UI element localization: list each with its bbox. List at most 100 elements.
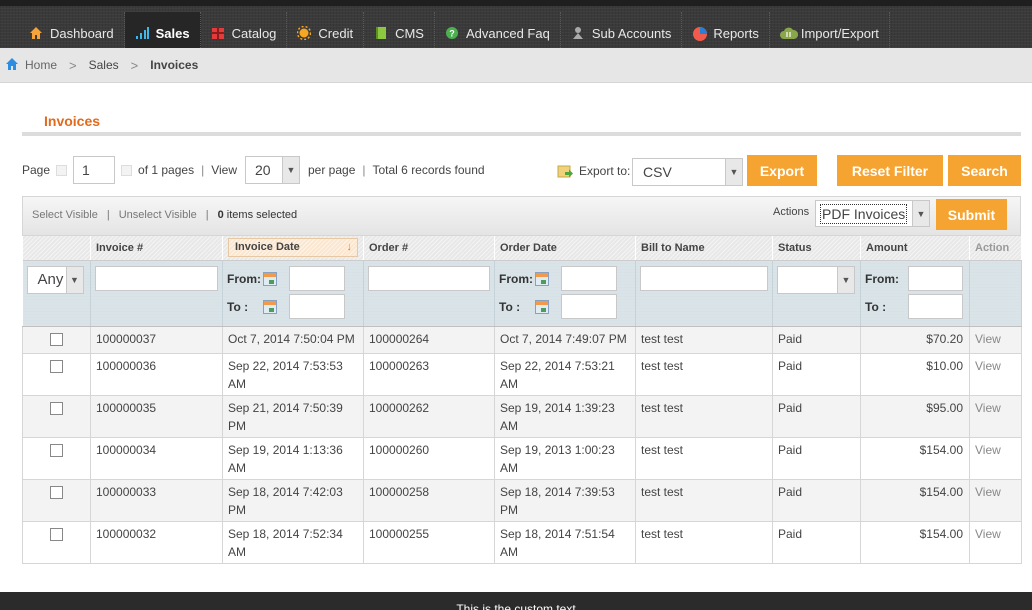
view-link[interactable]: View [969,479,1022,522]
submit-button[interactable]: Submit [936,199,1007,230]
filter-row: Any ▼ From: To : From: To : ▼ From: To: [22,260,1022,327]
order-number: 100000264 [363,326,495,354]
chevron-down-icon: ▼ [65,266,83,293]
reset-filter-button[interactable]: Reset Filter [837,155,943,186]
order-date-to-input[interactable] [561,294,617,319]
order-filter-input[interactable] [368,265,490,291]
actions-select[interactable]: PDF Invoices ▼ [815,200,930,227]
nav-item-label: Sub Accounts [591,25,672,41]
unselect-visible-link[interactable]: Unselect Visible [119,209,197,221]
table-row[interactable]: 100000036 Sep 22, 2014 7:53:53 AM 100000… [22,353,1022,396]
select-filter-value: Any [37,271,64,288]
nav-item-label: Advanced Faq [465,25,550,41]
cloud-transfer-icon [779,26,798,40]
page-number-input[interactable]: 1 [73,156,116,184]
chevron-down-icon: ▼ [725,159,742,185]
breadcrumb-separator: > [130,57,139,73]
view-link[interactable]: View [969,353,1022,396]
view-link[interactable]: View [969,437,1022,480]
calendar-icon[interactable] [263,299,277,314]
nav-item-label: Credit [318,25,354,41]
select-filter[interactable]: Any ▼ [26,265,84,294]
column-header-invoice[interactable]: Invoice # [90,236,223,261]
status-filter-select[interactable]: ▼ [777,265,855,294]
row-checkbox[interactable] [50,332,63,346]
bill-to-name-filter-input[interactable] [640,265,768,291]
order-number: 100000263 [363,353,495,396]
row-checkbox[interactable] [50,359,63,373]
invoice-number: 100000035 [90,395,223,438]
view-link[interactable]: View [969,521,1022,564]
next-page-button[interactable] [121,164,133,176]
separator: | [205,209,209,221]
amount: $70.20 [860,326,970,354]
table-row[interactable]: 100000037 Oct 7, 2014 7:50:04 PM 1000002… [22,326,1022,354]
table-row[interactable]: 100000033 Sep 18, 2014 7:42:03 PM 100000… [22,479,1022,522]
column-header-invoice-date[interactable]: Invoice Date ↓ [222,236,364,261]
calendar-icon[interactable] [535,299,549,314]
breadcrumb-current: Invoices [150,58,199,72]
bill-to-name: test test [635,326,773,354]
chevron-down-icon: ▼ [837,266,854,293]
question-icon: ? [445,26,459,40]
separator: | [106,209,110,221]
chevron-down-icon: ▼ [912,201,929,226]
invoice-date-to-input[interactable] [289,294,345,319]
table-row[interactable]: 100000035 Sep 21, 2014 7:50:39 PM 100000… [22,395,1022,438]
page-label: Page [22,163,51,177]
column-header-status[interactable]: Status [772,236,861,261]
per-page-label: per page [308,163,356,177]
bill-to-name: test test [635,437,773,480]
export-button[interactable]: Export [747,155,817,186]
separator: | [201,163,205,177]
breadcrumb-home[interactable]: Home [25,58,57,72]
column-header-amount[interactable]: Amount [860,236,970,261]
column-header-bill-to-name[interactable]: Bill to Name [635,236,773,261]
footer: This is the custom text [0,592,1032,610]
view-link[interactable]: View [969,395,1022,438]
prev-page-button[interactable] [56,164,68,176]
export-format-select[interactable]: CSV ▼ [632,158,743,186]
calendar-icon[interactable] [535,271,549,286]
nav-item-label: CMS [395,25,424,41]
invoice-date: Sep 22, 2014 7:53:53 AM [222,353,364,396]
column-header-order[interactable]: Order # [363,236,495,261]
invoice-date-from-input[interactable] [289,266,345,291]
row-checkbox[interactable] [50,401,63,415]
invoice-filter-input[interactable] [95,265,218,291]
select-visible-link[interactable]: Select Visible [32,209,98,221]
table-row[interactable]: 100000034 Sep 19, 2014 1:13:36 AM 100000… [22,437,1022,480]
invoice-date: Sep 19, 2014 1:13:36 AM [222,437,364,480]
search-button[interactable]: Search [948,155,1021,186]
amount-from-input[interactable] [908,266,963,291]
row-checkbox[interactable] [50,443,63,457]
view-link[interactable]: View [969,326,1022,354]
order-number: 100000258 [363,479,495,522]
breadcrumb-sales[interactable]: Sales [89,58,119,72]
amount-to-input[interactable] [908,294,963,319]
calendar-icon[interactable] [263,271,277,286]
column-header-select [22,236,91,261]
gift-icon [211,26,225,40]
amount: $154.00 [860,437,970,480]
page-title: Invoices [44,113,101,129]
order-date-from-input[interactable] [561,266,617,291]
row-checkbox[interactable] [50,485,63,499]
per-page-select[interactable]: 20 ▼ [245,156,300,184]
from-label: From: [499,271,533,286]
export-label: Export to: [579,164,631,178]
nav-item-label: Reports [713,25,759,41]
column-header-action: Action [969,236,1022,261]
row-checkbox[interactable] [50,527,63,541]
status: Paid [772,479,861,522]
column-header-order-date[interactable]: Order Date [494,236,636,261]
order-date: Sep 18, 2014 7:51:54 AM [494,521,636,564]
pie-chart-icon [692,26,708,41]
invoice-number: 100000032 [90,521,223,564]
sun-icon [297,25,312,41]
pager: Page 1 of 1 pages | View 20 ▼ per page |… [22,156,485,184]
order-number: 100000255 [363,521,495,564]
table-row[interactable]: 100000032 Sep 18, 2014 7:52:34 AM 100000… [22,521,1022,564]
invoice-number: 100000033 [90,479,223,522]
nav-item-label: Catalog [231,25,277,41]
